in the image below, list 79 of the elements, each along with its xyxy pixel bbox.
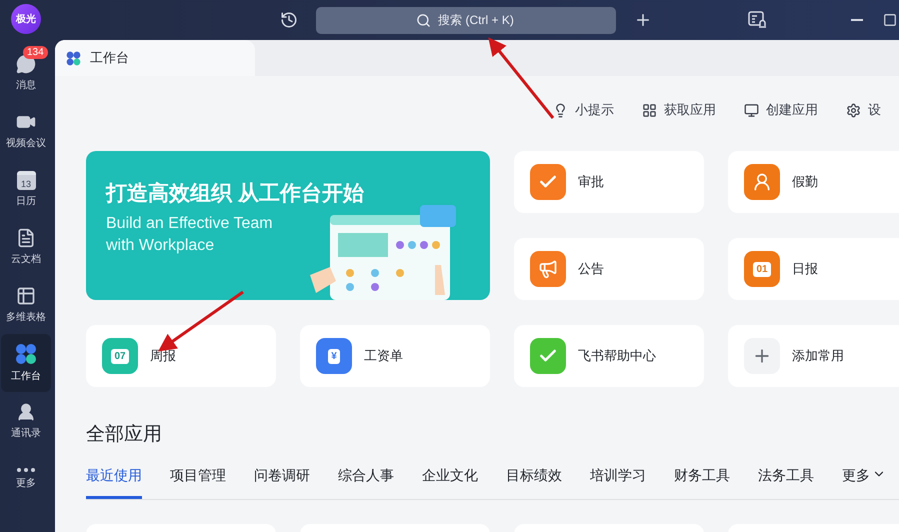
icon-label: 07 bbox=[111, 348, 129, 364]
plus-icon bbox=[634, 11, 652, 29]
app-shortcut-card[interactable]: 飞书帮助中心 bbox=[514, 325, 704, 387]
app-shortcut-card[interactable]: 审批 bbox=[514, 151, 704, 213]
sidebar-label: 日历 bbox=[16, 194, 36, 208]
icon-label: ¥ bbox=[328, 348, 340, 364]
table-icon bbox=[16, 286, 36, 306]
category-tab[interactable]: 综合人事 bbox=[338, 467, 394, 499]
sidebar-item[interactable]: 13 日历 bbox=[1, 160, 51, 218]
category-tab[interactable]: 项目管理 bbox=[170, 467, 226, 499]
sidebar-item[interactable]: 更多 bbox=[1, 450, 51, 508]
category-tab[interactable]: 问卷调研 bbox=[254, 467, 310, 499]
sidebar-item[interactable]: 消息 134 bbox=[1, 44, 51, 102]
app-shortcut-card[interactable]: 07 周报 bbox=[86, 325, 276, 387]
app-name: 周报 bbox=[150, 347, 176, 365]
app-name: 公告 bbox=[578, 260, 604, 278]
app-name: 日报 bbox=[792, 260, 818, 278]
category-tab[interactable]: 最近使用 bbox=[86, 467, 142, 499]
category-tab[interactable]: 财务工具 bbox=[674, 467, 730, 499]
lightbulb-icon bbox=[553, 102, 568, 118]
sidebar-label: 工作台 bbox=[11, 370, 41, 383]
section-title: 全部应用 bbox=[86, 423, 163, 447]
app-shortcut-card[interactable]: 添加常用 bbox=[728, 325, 899, 387]
minimize-icon bbox=[851, 19, 863, 21]
calendar-icon: 13 bbox=[16, 170, 36, 190]
maximize-icon bbox=[883, 13, 897, 27]
sidebar-item[interactable]: 云文档 bbox=[1, 218, 51, 276]
maximize-button[interactable] bbox=[881, 11, 899, 29]
banner-title: 打造高效组织 从工作台开始 bbox=[106, 180, 365, 207]
app-shortcut-card[interactable]: ¥ 工资单 bbox=[300, 325, 490, 387]
more-icon bbox=[17, 468, 35, 472]
add-app-icon bbox=[744, 338, 780, 374]
search-field[interactable]: 搜索 (Ctrl + K) bbox=[316, 6, 616, 34]
monitor-icon bbox=[744, 102, 759, 118]
help-app-icon bbox=[530, 338, 566, 374]
notice-app-icon bbox=[530, 251, 566, 287]
search-icon bbox=[416, 12, 431, 28]
banner-subtitle: Build an Effective Team with Workplace bbox=[106, 214, 274, 256]
history-icon bbox=[280, 11, 298, 29]
app-name: 工资单 bbox=[364, 347, 403, 365]
sidebar-label: 云文档 bbox=[11, 252, 41, 266]
app-name: 飞书帮助中心 bbox=[578, 347, 656, 365]
category-tab[interactable]: 目标绩效 bbox=[506, 467, 562, 499]
settings-icon bbox=[846, 102, 861, 118]
app-shortcut-card[interactable]: 01 日报 bbox=[728, 238, 899, 300]
sidebar-item[interactable]: 工作台 bbox=[1, 334, 51, 392]
document-icon bbox=[16, 228, 36, 248]
workspace-tab[interactable]: 工作台 bbox=[55, 40, 255, 76]
sidebar-item[interactable]: 多维表格 bbox=[1, 276, 51, 334]
attendance-app-icon bbox=[744, 164, 780, 200]
app-shortcut-card[interactable]: 公告 bbox=[514, 238, 704, 300]
category-tab[interactable]: 法务工具 bbox=[758, 467, 814, 499]
apps-grid-icon bbox=[642, 102, 657, 118]
icon-label: 01 bbox=[753, 262, 771, 276]
toolbar-link[interactable]: 小提示 bbox=[553, 96, 614, 124]
tab-title: 工作台 bbox=[90, 49, 129, 67]
sidebar-label: 消息 bbox=[16, 78, 36, 92]
sidebar-label: 视频会议 bbox=[6, 136, 46, 150]
app-name: 假勤 bbox=[792, 173, 818, 191]
sidebar-item[interactable]: 视频会议 bbox=[1, 102, 51, 160]
category-tab[interactable]: 企业文化 bbox=[422, 467, 478, 499]
approval-app-icon bbox=[530, 164, 566, 200]
category-tab[interactable]: 培训学习 bbox=[590, 467, 646, 499]
toolbar-link[interactable]: 设 bbox=[846, 96, 881, 124]
app-name: 添加常用 bbox=[792, 347, 844, 365]
app-name: 审批 bbox=[578, 173, 604, 191]
unread-badge: 134 bbox=[23, 46, 48, 59]
sidebar-item[interactable]: 通讯录 bbox=[1, 392, 51, 450]
toolbar-link[interactable]: 获取应用 bbox=[642, 96, 716, 124]
toolbar-link[interactable]: 创建应用 bbox=[744, 96, 818, 124]
more-dropdown[interactable]: 更多 bbox=[842, 467, 886, 499]
sidebar-label: 多维表格 bbox=[6, 310, 46, 324]
user-avatar[interactable]: 极光 bbox=[11, 4, 41, 34]
sidebar-label: 更多 bbox=[16, 477, 36, 490]
app-shortcut-card[interactable]: 假勤 bbox=[728, 151, 899, 213]
four-dots-icon bbox=[15, 343, 37, 365]
contacts-icon bbox=[16, 402, 36, 422]
sidebar-label: 通讯录 bbox=[11, 426, 41, 440]
four-dots-icon bbox=[66, 50, 81, 66]
